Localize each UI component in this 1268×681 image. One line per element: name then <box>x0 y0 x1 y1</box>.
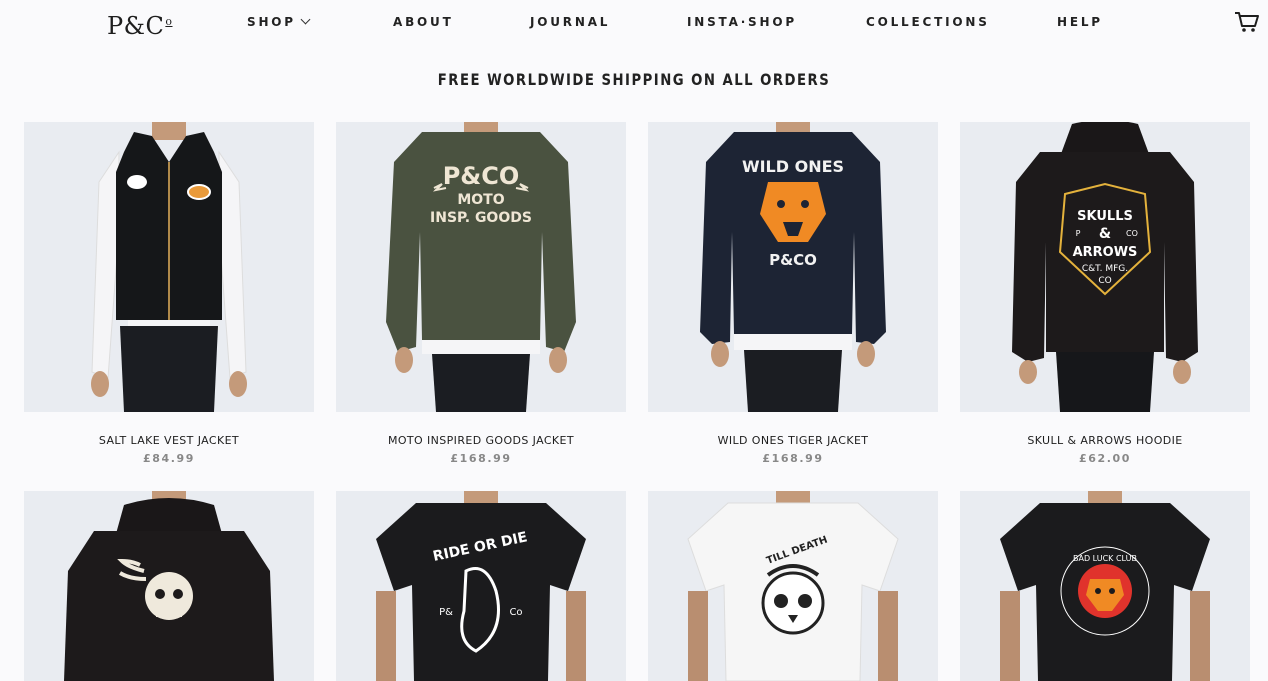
nav-about[interactable]: ABOUT <box>393 12 454 32</box>
product-price: £62.00 <box>1078 452 1132 465</box>
print-line-2: MOTO <box>457 192 504 208</box>
product-image[interactable]: TILL DEATH <box>648 491 938 681</box>
print-line-3: Co <box>509 607 522 618</box>
print-line-3: INSP. GOODS <box>430 210 532 226</box>
product-price: £168.99 <box>450 452 512 465</box>
print-line-3: ARROWS <box>1073 245 1138 260</box>
product-name[interactable]: SKULL & ARROWS HOODIE <box>960 434 1250 447</box>
site-logo[interactable]: P&Co <box>107 4 173 44</box>
print-line-1: P&CO <box>443 162 520 190</box>
shipping-banner: FREE WORLDWIDE SHIPPING ON ALL ORDERS <box>437 70 831 89</box>
product-image[interactable]: SKULLS & P CO ARROWS C&T. MFG. CO <box>960 122 1250 412</box>
print-text: BAD LUCK CLUB <box>1073 554 1137 563</box>
print-line-7: CO <box>1126 229 1138 238</box>
print-line-1: WILD ONES <box>742 157 844 176</box>
product-image[interactable] <box>24 122 314 412</box>
product-price: £84.99 <box>142 452 196 465</box>
product-image[interactable]: BAD LUCK CLUB <box>960 491 1250 681</box>
nav-help[interactable]: HELP <box>1057 12 1103 32</box>
print-line-2: P& <box>439 607 453 618</box>
nav-shop[interactable]: SHOP <box>247 12 311 32</box>
nav-collections[interactable]: COLLECTIONS <box>866 12 990 32</box>
product-name[interactable]: SALT LAKE VEST JACKET <box>24 434 314 447</box>
product-name[interactable]: MOTO INSPIRED GOODS JACKET <box>336 434 626 447</box>
print-line-4: C&T. MFG. <box>1082 264 1128 274</box>
chevron-down-icon <box>300 14 311 25</box>
product-image[interactable] <box>24 491 314 681</box>
print-line-6: P <box>1076 229 1081 238</box>
nav-shop-label: SHOP <box>247 15 296 29</box>
print-line-2: & <box>1099 226 1111 242</box>
print-line-5: CO <box>1098 276 1111 286</box>
print-line-2: P&CO <box>769 251 817 269</box>
nav-journal[interactable]: JOURNAL <box>530 12 610 32</box>
cart-icon[interactable] <box>1234 11 1260 33</box>
print-line-1: SKULLS <box>1077 209 1133 224</box>
product-image[interactable]: RIDE OR DIE P& Co <box>336 491 626 681</box>
product-price: £168.99 <box>762 452 824 465</box>
nav-insta-shop[interactable]: INSTA·SHOP <box>687 12 797 32</box>
site-header: P&Co SHOP ABOUT JOURNAL INSTA·SHOP COLLE… <box>0 0 1268 48</box>
product-name[interactable]: WILD ONES TIGER JACKET <box>648 434 938 447</box>
product-image[interactable]: WILD ONES P&CO <box>648 122 938 412</box>
product-image[interactable]: P&CO MOTO INSP. GOODS <box>336 122 626 412</box>
